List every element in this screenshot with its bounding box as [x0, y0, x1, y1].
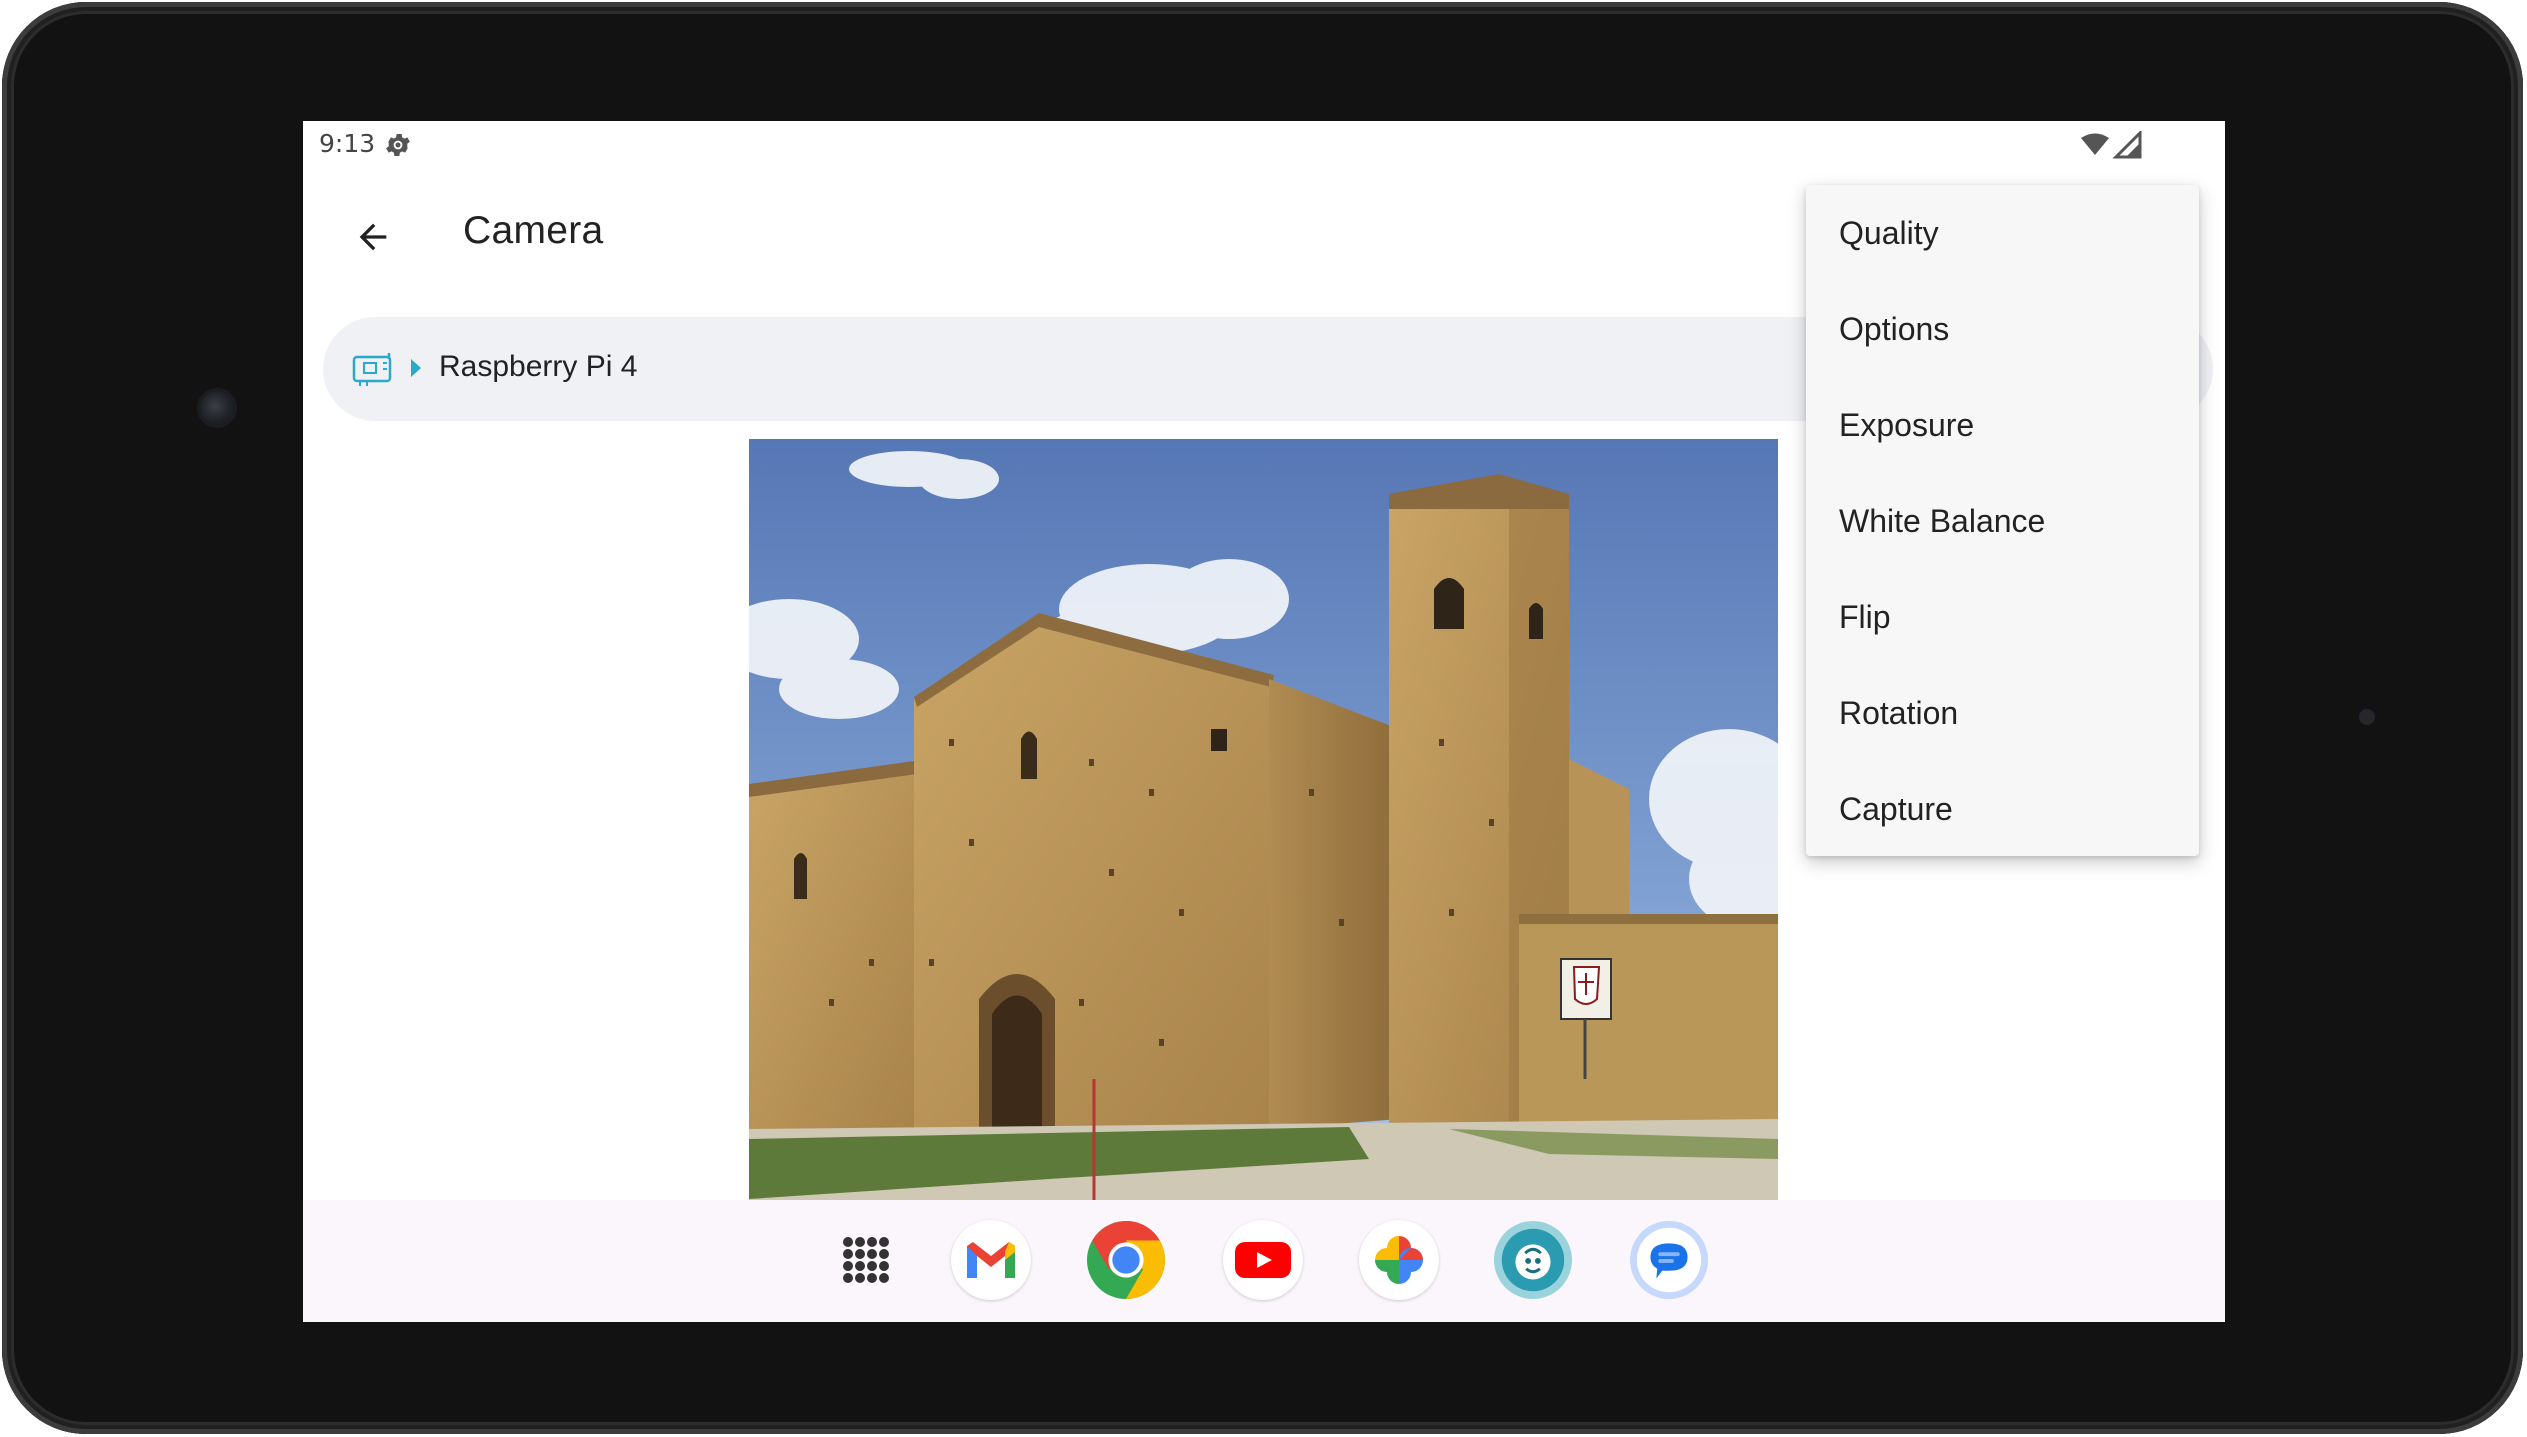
- chrome-icon: [1086, 1220, 1166, 1300]
- grid-dots-icon: [843, 1237, 889, 1283]
- menu-item-quality[interactable]: Quality: [1806, 185, 2199, 281]
- page-title: Camera: [463, 209, 604, 252]
- status-time: 9:13: [319, 129, 376, 158]
- caret-right-icon: [411, 359, 421, 377]
- messages-icon: [1629, 1220, 1709, 1300]
- menu-item-rotation[interactable]: Rotation: [1806, 665, 2199, 761]
- camera-preview-image: [749, 439, 1778, 1203]
- gmail-app-button[interactable]: [951, 1220, 1031, 1300]
- photos-app-button[interactable]: [1359, 1220, 1439, 1300]
- menu-item-white-balance[interactable]: White Balance: [1806, 473, 2199, 569]
- gear-icon: [386, 134, 410, 156]
- arrow-back-icon: [359, 223, 387, 251]
- front-camera-lens: [200, 391, 234, 425]
- app-drawer-button[interactable]: [826, 1220, 906, 1300]
- proximity-sensor: [2359, 709, 2375, 725]
- overflow-menu: Quality Options Exposure White Balance F…: [1806, 185, 2199, 856]
- menu-item-flip[interactable]: Flip: [1806, 569, 2199, 665]
- custom-app-icon: [1493, 1220, 1573, 1300]
- youtube-icon: [1235, 1242, 1291, 1278]
- board-icon: [352, 353, 392, 386]
- wifi-icon: [2081, 133, 2109, 155]
- menu-item-capture[interactable]: Capture: [1806, 761, 2199, 857]
- youtube-app-button[interactable]: [1223, 1220, 1303, 1300]
- messages-app-button[interactable]: [1629, 1220, 1709, 1300]
- photos-icon: [1375, 1236, 1423, 1284]
- breadcrumb-device-label[interactable]: Raspberry Pi 4: [439, 350, 637, 384]
- taskbar: [303, 1200, 2225, 1322]
- back-button[interactable]: [343, 207, 403, 267]
- menu-item-exposure[interactable]: Exposure: [1806, 377, 2199, 473]
- wifi-signal-icons: [2081, 131, 2142, 159]
- tablet-device: 9:13 Camera Raspberry Pi 4 Quality Optio…: [2, 2, 2523, 1434]
- menu-item-options[interactable]: Options: [1806, 281, 2199, 377]
- custom-app-button[interactable]: [1493, 1220, 1573, 1300]
- chrome-app-button[interactable]: [1086, 1220, 1166, 1300]
- gmail-icon: [967, 1242, 1015, 1278]
- screen: 9:13 Camera Raspberry Pi 4 Quality Optio…: [303, 121, 2225, 1322]
